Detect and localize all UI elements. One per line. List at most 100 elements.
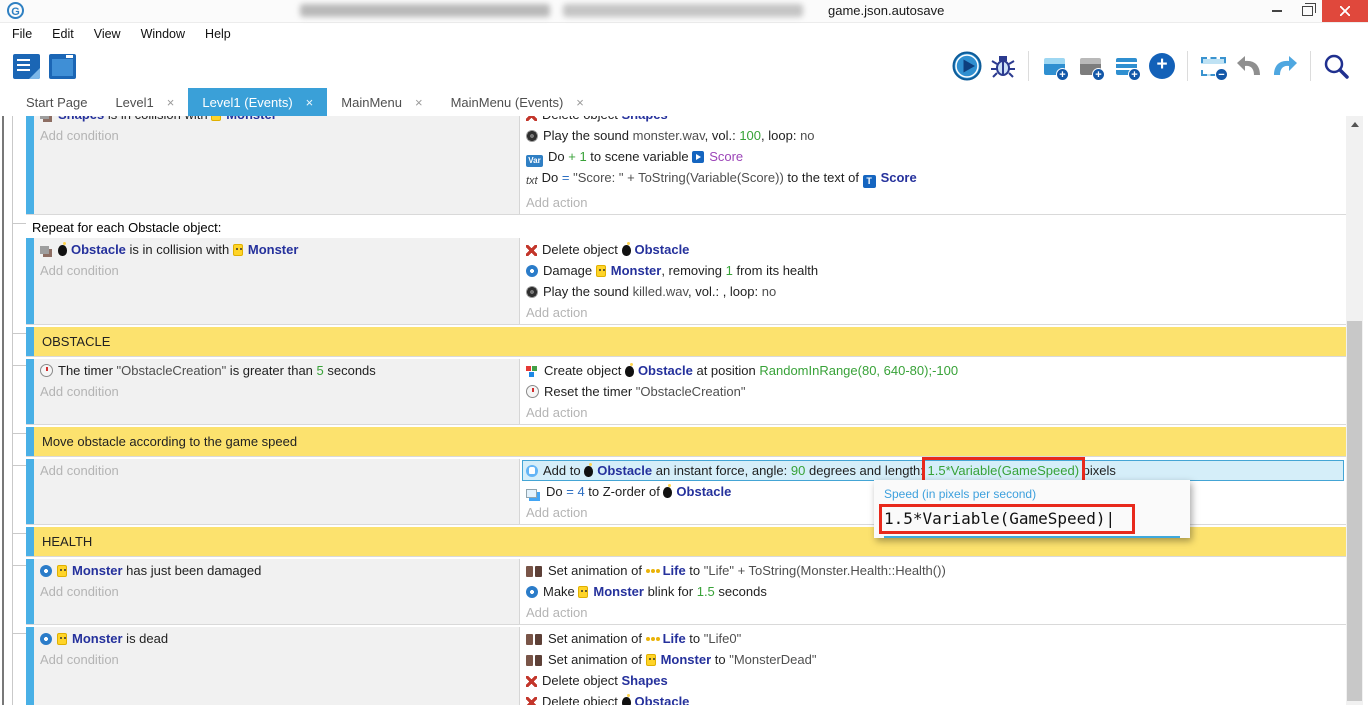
- text-segment: "MonsterDead": [729, 652, 816, 667]
- text-segment: at position: [693, 363, 760, 378]
- action-line[interactable]: VarDo + 1 to scene variable Score: [526, 146, 1340, 167]
- tab-close-button[interactable]: ×: [576, 95, 584, 110]
- action-line[interactable]: Delete object Obstacle: [526, 691, 1340, 705]
- action-line[interactable]: Create object Obstacle at position Rando…: [526, 360, 1340, 381]
- text-segment: blink for: [644, 584, 697, 599]
- text-segment: Set animation of: [548, 631, 646, 646]
- add-action-button[interactable]: Add action: [526, 192, 1340, 213]
- add-comment-button[interactable]: [1110, 50, 1142, 82]
- action-line[interactable]: Delete object Obstacle: [526, 239, 1340, 260]
- tab-label: Level1 (Events): [202, 95, 292, 110]
- add-subevent-button[interactable]: [1074, 50, 1106, 82]
- add-condition-button[interactable]: Add condition: [40, 260, 513, 281]
- action-line[interactable]: txtDo = "Score: " + ToString(Variable(Sc…: [526, 167, 1340, 192]
- action-line[interactable]: Set animation of Life to "Life0": [526, 628, 1340, 649]
- action-line[interactable]: Add to Obstacle an instant force, angle:…: [522, 460, 1344, 481]
- text-segment: Make: [543, 584, 578, 599]
- tab-level1-events[interactable]: Level1 (Events) ×: [188, 88, 327, 116]
- text-segment: Delete object: [542, 242, 622, 257]
- event-tree-tick: [12, 223, 26, 224]
- add-condition-button[interactable]: Add condition: [40, 581, 513, 602]
- menu-view[interactable]: View: [91, 27, 124, 41]
- add-action-button[interactable]: Add action: [526, 402, 1340, 423]
- life-icon: [646, 637, 650, 641]
- text-segment: Obstacle: [638, 363, 693, 378]
- menu-edit[interactable]: Edit: [49, 27, 77, 41]
- tab-mainmenu-events[interactable]: MainMenu (Events)×: [437, 88, 598, 116]
- tab-close-button[interactable]: ×: [415, 95, 423, 110]
- run-preview-button[interactable]: [951, 50, 983, 82]
- scrollbar-up-arrow-icon[interactable]: [1346, 116, 1363, 132]
- repeat-header: Repeat for each Obstacle object:: [26, 217, 1346, 238]
- export-project-button[interactable]: [10, 50, 42, 82]
- tab-level1[interactable]: Level1×: [101, 88, 188, 116]
- event-tree-tick: [12, 533, 26, 534]
- close-button[interactable]: [1322, 0, 1368, 22]
- scrollbar-thumb[interactable]: [1347, 321, 1362, 701]
- action-line[interactable]: Damage Monster, removing 1 from its heal…: [526, 260, 1340, 281]
- action-line[interactable]: Delete object Shapes: [526, 670, 1340, 691]
- condition-line[interactable]: Shapes is in collision with Monster: [40, 116, 513, 125]
- action-line[interactable]: Play the sound monster.wav, vol.: 100, l…: [526, 125, 1340, 146]
- text-segment: Shapes: [622, 116, 668, 122]
- obstacle-icon: [622, 245, 631, 256]
- tab-mainmenu[interactable]: MainMenu×: [327, 88, 436, 116]
- text-segment: killed.wav: [633, 284, 688, 299]
- toolbar-separator: [1028, 51, 1029, 81]
- add-button[interactable]: [1146, 50, 1178, 82]
- action-line[interactable]: Play the sound killed.wav, vol.: , loop:…: [526, 281, 1340, 302]
- project-manager-button[interactable]: [46, 50, 78, 82]
- menu-window[interactable]: Window: [138, 27, 188, 41]
- action-line[interactable]: Set animation of Monster to "MonsterDead…: [526, 649, 1340, 670]
- condition-line[interactable]: Monster has just been damaged: [40, 560, 513, 581]
- action-line[interactable]: Reset the timer "ObstacleCreation": [526, 381, 1340, 402]
- redo-icon: [1271, 54, 1299, 78]
- text-segment: Obstacle: [676, 484, 731, 499]
- add-action-button[interactable]: Add action: [526, 602, 1340, 623]
- text-segment: Obstacle: [635, 694, 690, 705]
- action-line[interactable]: Set animation of Life to "Life" + ToStri…: [526, 560, 1340, 581]
- text-segment: pixels: [1079, 463, 1116, 478]
- action-line[interactable]: Make Monster blink for 1.5 seconds: [526, 581, 1340, 602]
- add-condition-button[interactable]: Add condition: [40, 649, 513, 670]
- tab-start-page[interactable]: Start Page: [12, 88, 101, 116]
- tab-close-button[interactable]: ×: [167, 95, 175, 110]
- vertical-scrollbar[interactable]: [1346, 116, 1363, 705]
- delete-icon: [526, 245, 537, 256]
- menu-file[interactable]: File: [9, 27, 35, 41]
- events-list: Shapes is in collision with MonsterAdd c…: [26, 116, 1346, 705]
- add-event-button[interactable]: [1038, 50, 1070, 82]
- text-segment: monster.wav: [633, 128, 705, 143]
- comment-row[interactable]: OBSTACLE: [26, 327, 1346, 357]
- condition-line[interactable]: The timer "ObstacleCreation" is greater …: [40, 360, 513, 381]
- add-condition-button[interactable]: Add condition: [40, 460, 513, 481]
- export-project-icon: [13, 54, 40, 79]
- search-button[interactable]: [1320, 50, 1352, 82]
- maximize-button[interactable]: [1292, 0, 1322, 22]
- expression-input[interactable]: 1.5*Variable(GameSpeed)|: [884, 507, 1180, 538]
- text-segment: "Life" + ToString(Monster.Health::Health…: [704, 563, 946, 578]
- text-segment: Do: [548, 149, 568, 164]
- toolbar-separator: [1310, 51, 1311, 81]
- tab-close-button[interactable]: ×: [306, 95, 314, 110]
- text-segment: seconds: [324, 363, 376, 378]
- toolbar-separator: [1187, 51, 1188, 81]
- timer-icon: [40, 364, 53, 377]
- debug-button[interactable]: [987, 50, 1019, 82]
- minimize-button[interactable]: [1262, 0, 1292, 22]
- text-segment: Monster: [226, 116, 277, 122]
- add-condition-button[interactable]: Add condition: [40, 381, 513, 402]
- comment-row[interactable]: Move obstacle according to the game spee…: [26, 427, 1346, 457]
- add-condition-button[interactable]: Add condition: [40, 125, 513, 146]
- collision-icon: [40, 116, 49, 119]
- action-line[interactable]: Delete object Shapes: [526, 116, 1340, 125]
- conditions-column: Monster is deadAdd condition: [34, 627, 519, 705]
- condition-line[interactable]: Monster is dead: [40, 628, 513, 649]
- add-action-button[interactable]: Add action: [526, 302, 1340, 323]
- deselect-events-button[interactable]: [1197, 50, 1229, 82]
- condition-line[interactable]: Obstacle is in collision with Monster: [40, 239, 513, 260]
- redo-button[interactable]: [1269, 50, 1301, 82]
- undo-button[interactable]: [1233, 50, 1265, 82]
- text-segment: The timer: [58, 363, 117, 378]
- menu-help[interactable]: Help: [202, 27, 234, 41]
